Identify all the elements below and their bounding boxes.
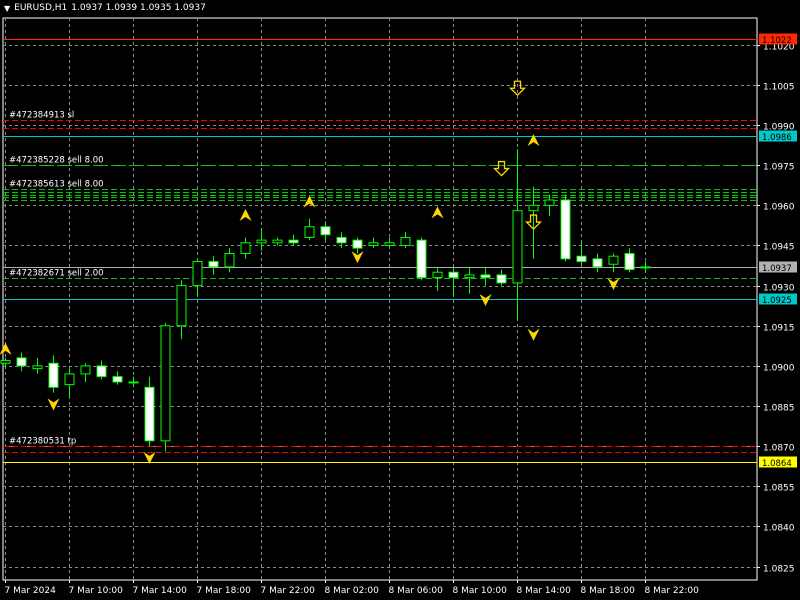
candle <box>128 381 139 384</box>
candle <box>640 266 651 269</box>
candle <box>192 261 203 287</box>
cyan-line-top-price-label: 1.0986 <box>762 133 792 143</box>
tp-line-1-label: #472380531 tp <box>9 437 76 447</box>
y-tick-label: 1.0885 <box>763 404 795 414</box>
x-tick-label: 8 Mar 02:00 <box>325 586 380 596</box>
candle <box>352 239 363 249</box>
x-tick-label: 8 Mar 14:00 <box>517 586 572 596</box>
chart-header: ▼ EURUSD,H1 1.0937 1.0939 1.0935 1.0937 <box>4 3 206 13</box>
sell-line-7-label: #472382671 sell 2.00 <box>9 269 104 279</box>
candle <box>544 199 555 206</box>
x-tick-label: 8 Mar 06:00 <box>389 586 444 596</box>
candle <box>0 360 11 364</box>
candle <box>608 255 619 265</box>
candle <box>144 386 155 442</box>
y-tick-label: 1.0945 <box>763 243 795 253</box>
x-tick-label: 8 Mar 22:00 <box>645 586 700 596</box>
candle <box>160 325 171 442</box>
candle <box>304 226 315 238</box>
y-tick-label: 1.0855 <box>763 484 795 494</box>
candle <box>80 365 91 375</box>
candle <box>416 239 427 279</box>
red-line-price-label: 1.1022 <box>762 36 792 46</box>
candle <box>432 271 443 279</box>
sell-line-2-label: #472385613 sell 8.00 <box>9 180 104 190</box>
candle <box>384 242 395 246</box>
price-chart[interactable]: 1.10201.10051.09901.09751.09601.09451.09… <box>0 0 800 600</box>
x-tick-label: 7 Mar 10:00 <box>69 586 124 596</box>
bid-line-price-label: 1.0937 <box>762 264 792 274</box>
y-tick-label: 1.0960 <box>763 203 795 213</box>
x-tick-label: 8 Mar 10:00 <box>453 586 508 596</box>
candle <box>400 236 411 246</box>
y-tick-label: 1.0930 <box>763 284 795 294</box>
y-tick-label: 1.0870 <box>763 444 795 454</box>
sl-line-label: #472384913 sl <box>9 111 74 121</box>
candle <box>368 242 379 246</box>
y-tick-label: 1.0825 <box>763 565 795 575</box>
candle <box>576 255 587 263</box>
candle <box>96 365 107 378</box>
yellow-line-price-label: 1.0864 <box>762 459 792 469</box>
candle <box>624 253 635 271</box>
candle <box>288 239 299 244</box>
candle <box>528 204 539 212</box>
candle <box>224 253 235 268</box>
x-tick-label: 7 Mar 18:00 <box>197 586 252 596</box>
candle <box>240 242 251 255</box>
cyan-line-bottom-price-label: 1.0925 <box>762 296 792 306</box>
ohlc-values: 1.0937 1.0939 1.0935 1.0937 <box>71 3 206 13</box>
candle <box>256 239 267 244</box>
x-tick-label: 8 Mar 18:00 <box>581 586 636 596</box>
y-tick-label: 1.0975 <box>763 163 795 173</box>
x-tick-label: 7 Mar 14:00 <box>133 586 188 596</box>
x-tick-label: 7 Mar 22:00 <box>261 586 316 596</box>
y-tick-label: 1.0900 <box>763 364 795 374</box>
candle <box>512 210 523 284</box>
candle <box>320 226 331 236</box>
y-tick-label: 1.0915 <box>763 324 795 334</box>
candle <box>592 258 603 268</box>
candle <box>32 365 43 370</box>
candle <box>272 239 283 244</box>
sell-line-1-label: #472385228 sell 8.00 <box>9 156 104 166</box>
candle <box>48 362 59 388</box>
candle <box>16 357 27 367</box>
y-tick-label: 1.0840 <box>763 524 795 534</box>
y-tick-label: 1.1005 <box>763 83 795 93</box>
x-tick-label: 7 Mar 2024 <box>5 586 57 596</box>
dropdown-triangle-icon[interactable]: ▼ <box>4 4 10 13</box>
candle <box>208 261 219 268</box>
candle <box>464 274 475 279</box>
candle <box>560 199 571 260</box>
candle <box>176 285 187 327</box>
candle <box>336 236 347 244</box>
symbol-label: EURUSD,H1 <box>14 3 68 13</box>
candle <box>448 271 459 279</box>
candle <box>480 274 491 279</box>
candle <box>64 373 75 386</box>
candle <box>112 376 123 383</box>
candle <box>496 274 507 284</box>
